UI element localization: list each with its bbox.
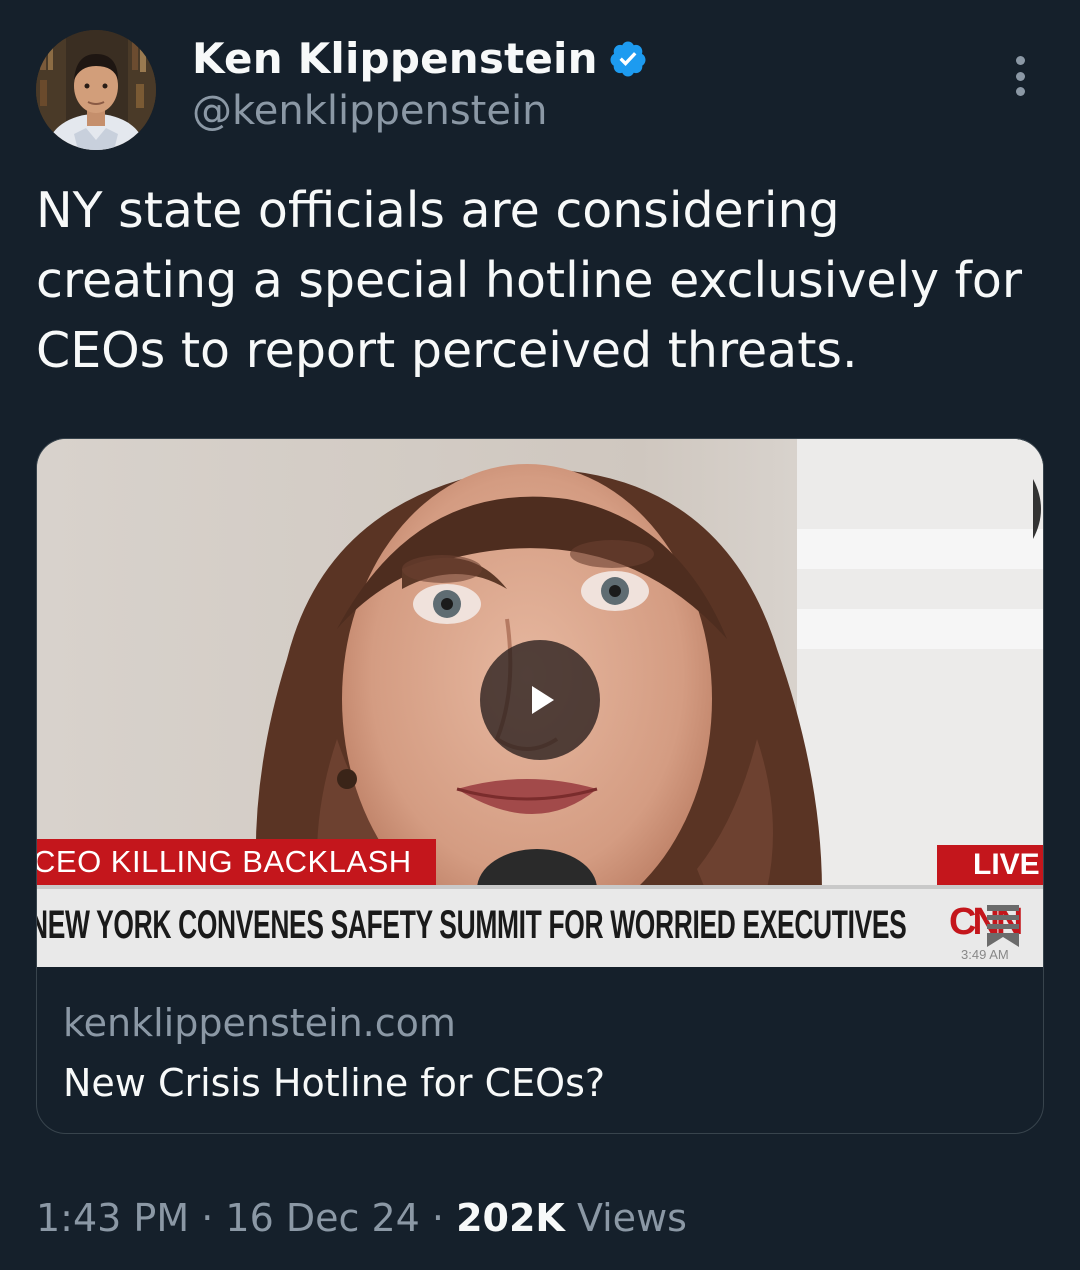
bookmark-icon bbox=[987, 905, 1019, 947]
card-domain[interactable]: kenklippenstein.com bbox=[63, 1001, 456, 1045]
tweet-meta: 1:43 PM · 16 Dec 24 · 202K Views bbox=[36, 1196, 687, 1240]
avatar[interactable] bbox=[36, 30, 156, 150]
more-dot bbox=[1015, 71, 1025, 81]
card-footer[interactable]: kenklippenstein.com New Crisis Hotline f… bbox=[37, 967, 1043, 1133]
views-label[interactable]: Views bbox=[577, 1196, 687, 1240]
more-options-icon[interactable] bbox=[1004, 56, 1036, 96]
link-card[interactable]: CEO KILLING BACKLASH LIVE NEW YORK CONVE… bbox=[36, 438, 1044, 1134]
video-thumbnail[interactable]: CEO KILLING BACKLASH LIVE NEW YORK CONVE… bbox=[37, 439, 1043, 967]
play-icon bbox=[532, 686, 554, 714]
live-label: LIVE bbox=[973, 848, 1040, 881]
banner-text: CEO KILLING BACKLASH bbox=[37, 844, 412, 879]
meta-separator: · bbox=[431, 1196, 444, 1240]
tweet-time[interactable]: 1:43 PM bbox=[36, 1196, 189, 1240]
views-count[interactable]: 202K bbox=[456, 1196, 565, 1240]
news-headline: NEW YORK CONVENES SAFETY SUMMIT FOR WORR… bbox=[37, 903, 907, 947]
tweet: Ken Klippenstein @kenklippenstein NY sta… bbox=[0, 0, 1080, 1270]
broadcast-time: 3:49 AM bbox=[961, 947, 1009, 962]
tweet-text: NY state officials are considering creat… bbox=[36, 182, 1023, 379]
verified-badge-icon bbox=[610, 41, 646, 76]
more-dot bbox=[1015, 87, 1025, 96]
news-headline-bar: NEW YORK CONVENES SAFETY SUMMIT FOR WORR… bbox=[37, 885, 1043, 967]
more-dot bbox=[1015, 56, 1025, 65]
tweet-date[interactable]: 16 Dec 24 bbox=[225, 1196, 419, 1240]
card-title[interactable]: New Crisis Hotline for CEOs? bbox=[63, 1061, 605, 1105]
author-handle[interactable]: @kenklippenstein bbox=[192, 88, 547, 134]
play-button[interactable] bbox=[480, 640, 600, 760]
author-name-row[interactable]: Ken Klippenstein bbox=[192, 34, 648, 83]
meta-separator: · bbox=[201, 1196, 214, 1240]
live-tag: LIVE bbox=[937, 845, 1043, 885]
news-banner-label: CEO KILLING BACKLASH bbox=[37, 839, 436, 885]
author-display-name[interactable]: Ken Klippenstein bbox=[192, 34, 598, 83]
